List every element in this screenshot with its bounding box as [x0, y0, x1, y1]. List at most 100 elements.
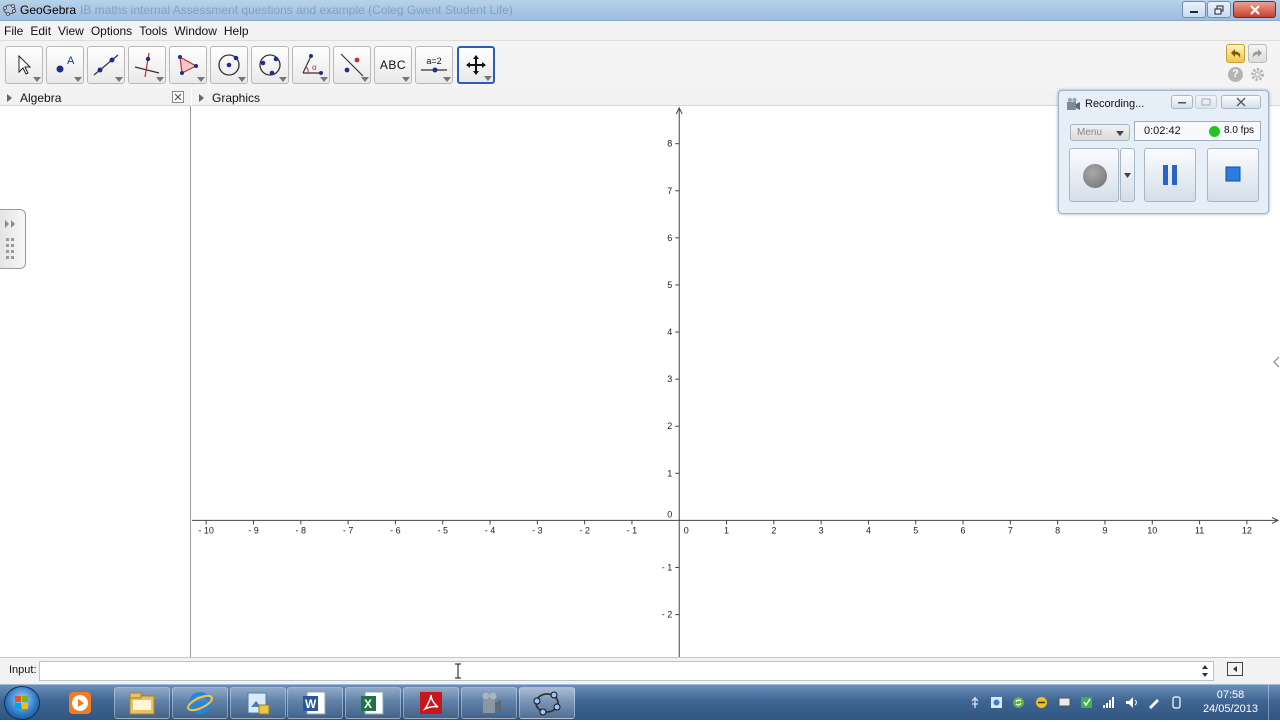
menu-tools[interactable]: Tools — [135, 21, 170, 40]
taskbar-acrobat[interactable] — [403, 687, 459, 719]
x-tick-label: 12 — [1242, 525, 1252, 535]
x-tick-label: 9 — [1102, 525, 1107, 535]
window-title: GeoGebra — [20, 3, 77, 17]
x-tick-label: - 4 — [485, 525, 496, 535]
tray-touch-icon[interactable] — [1170, 696, 1183, 709]
slider-icon — [421, 67, 447, 73]
tray-usb-icon[interactable] — [969, 696, 982, 709]
angle-tool-button[interactable]: α — [292, 46, 330, 84]
tray-security-icon[interactable] — [1080, 696, 1093, 709]
input-history-spinner-icon[interactable] — [1201, 664, 1209, 678]
picture-viewer-icon — [247, 692, 270, 715]
text-cursor-icon — [455, 663, 461, 679]
tray-network-signal-icon[interactable] — [1102, 696, 1115, 709]
x-tick-label: - 2 — [579, 525, 590, 535]
expand-arrow-icon — [199, 94, 204, 102]
help-button[interactable]: ? — [1228, 67, 1243, 82]
x-tick-label: - 3 — [532, 525, 543, 535]
menu-window[interactable]: Window — [170, 21, 220, 40]
x-tick-label: 5 — [913, 525, 918, 535]
taskbar-geogebra[interactable] — [519, 687, 575, 719]
graphics-view-title: Graphics — [212, 91, 261, 105]
style-bar-toggle[interactable] — [0, 209, 26, 269]
recorder-maximize-button[interactable] — [1195, 95, 1217, 109]
tray-network-app-icon[interactable] — [1035, 696, 1048, 709]
reflect-tool-button[interactable] — [333, 46, 371, 84]
taskbar-media-player[interactable] — [51, 687, 109, 719]
redo-button[interactable] — [1248, 44, 1267, 63]
move-graphics-view-icon — [466, 55, 486, 75]
taskbar-screen-recorder[interactable] — [461, 687, 517, 719]
x-tick-label: - 5 — [437, 525, 448, 535]
text-tool-button[interactable]: ABC — [374, 46, 412, 84]
title-bar: GeoGebra IB maths internal Assessment qu… — [0, 0, 1280, 21]
menu-edit[interactable]: Edit — [26, 21, 54, 40]
origin-label: 0 — [684, 525, 689, 535]
recorder-menu-dropdown[interactable]: Menu — [1070, 124, 1130, 141]
move-tool-button[interactable] — [5, 46, 43, 84]
move-view-tool-button[interactable] — [457, 46, 495, 84]
media-player-icon — [69, 692, 91, 714]
minimize-button[interactable] — [1182, 1, 1206, 18]
input-help-button[interactable] — [1227, 662, 1243, 676]
algebra-view[interactable] — [0, 106, 191, 657]
slider-tool-button[interactable]: a=2 — [415, 46, 453, 84]
input-field[interactable] — [39, 661, 1214, 681]
tray-sync-icon[interactable] — [1012, 696, 1025, 709]
recorder-minimize-button[interactable] — [1171, 95, 1193, 109]
start-button[interactable] — [4, 686, 40, 720]
tray-app-icon[interactable] — [990, 696, 1003, 709]
menu-help[interactable]: Help — [220, 21, 252, 40]
tray-pen-icon[interactable] — [1147, 696, 1160, 709]
tray-display-icon[interactable] — [1058, 696, 1071, 709]
windows-logo-icon — [15, 696, 28, 709]
slider-tool-label: a=2 — [426, 56, 442, 66]
menu-options[interactable]: Options — [87, 21, 135, 40]
circle-tool-button[interactable] — [210, 46, 248, 84]
pause-button[interactable] — [1144, 148, 1196, 202]
x-tick-label: 8 — [1055, 525, 1060, 535]
taskbar-clock[interactable]: 07:58 24/05/2013 — [1203, 688, 1258, 716]
recorder-close-button[interactable] — [1221, 95, 1261, 109]
x-tick-label: 3 — [819, 525, 824, 535]
stop-button[interactable] — [1207, 148, 1259, 202]
polygon-tool-button[interactable] — [169, 46, 207, 84]
algebra-close-button[interactable] — [172, 91, 184, 103]
line-tool-button[interactable] — [87, 46, 125, 84]
y-tick-label: 3 — [667, 374, 672, 384]
taskbar-internet-explorer[interactable] — [172, 687, 228, 719]
settings-button[interactable] — [1249, 66, 1266, 86]
algebra-view-header[interactable]: Algebra — [0, 89, 191, 106]
taskbar-file-explorer[interactable] — [114, 687, 170, 719]
maximize-icon — [1201, 98, 1211, 106]
show-desktop-button[interactable] — [1268, 685, 1280, 721]
y-tick-label: 6 — [667, 233, 672, 243]
perpendicular-tool-button[interactable] — [128, 46, 166, 84]
expand-arrow-icon — [7, 94, 12, 102]
x-tick-label: 10 — [1147, 525, 1157, 535]
recording-time: 0:02:42 — [1144, 125, 1181, 137]
svg-text:α: α — [312, 63, 317, 72]
taskbar-excel[interactable]: X — [345, 687, 401, 719]
close-button[interactable] — [1233, 1, 1276, 18]
point-tool-button[interactable]: A — [46, 46, 84, 84]
undo-button[interactable] — [1226, 44, 1245, 63]
tray-volume-icon[interactable] — [1125, 696, 1138, 709]
taskbar-image-viewer[interactable] — [230, 687, 286, 719]
conic-tool-button[interactable] — [251, 46, 289, 84]
recording-window[interactable]: Recording... Menu 0:02:42 8.0 fps — [1058, 90, 1269, 214]
y-tick-label: 5 — [667, 280, 672, 290]
polygon-icon — [178, 55, 198, 75]
taskbar-word[interactable]: W — [287, 687, 343, 719]
record-options-button[interactable] — [1120, 148, 1135, 202]
input-label: Input: — [9, 664, 37, 676]
line-through-points-icon — [93, 54, 119, 76]
maximize-button[interactable] — [1207, 1, 1231, 18]
clock-date: 24/05/2013 — [1202, 703, 1258, 715]
record-button[interactable] — [1069, 148, 1119, 202]
right-panel-toggle[interactable] — [1272, 356, 1280, 368]
menu-view[interactable]: View — [54, 21, 87, 40]
menu-file[interactable]: File — [0, 21, 26, 40]
chevron-down-icon — [1116, 131, 1124, 136]
y-tick-label: - 1 — [662, 563, 673, 573]
